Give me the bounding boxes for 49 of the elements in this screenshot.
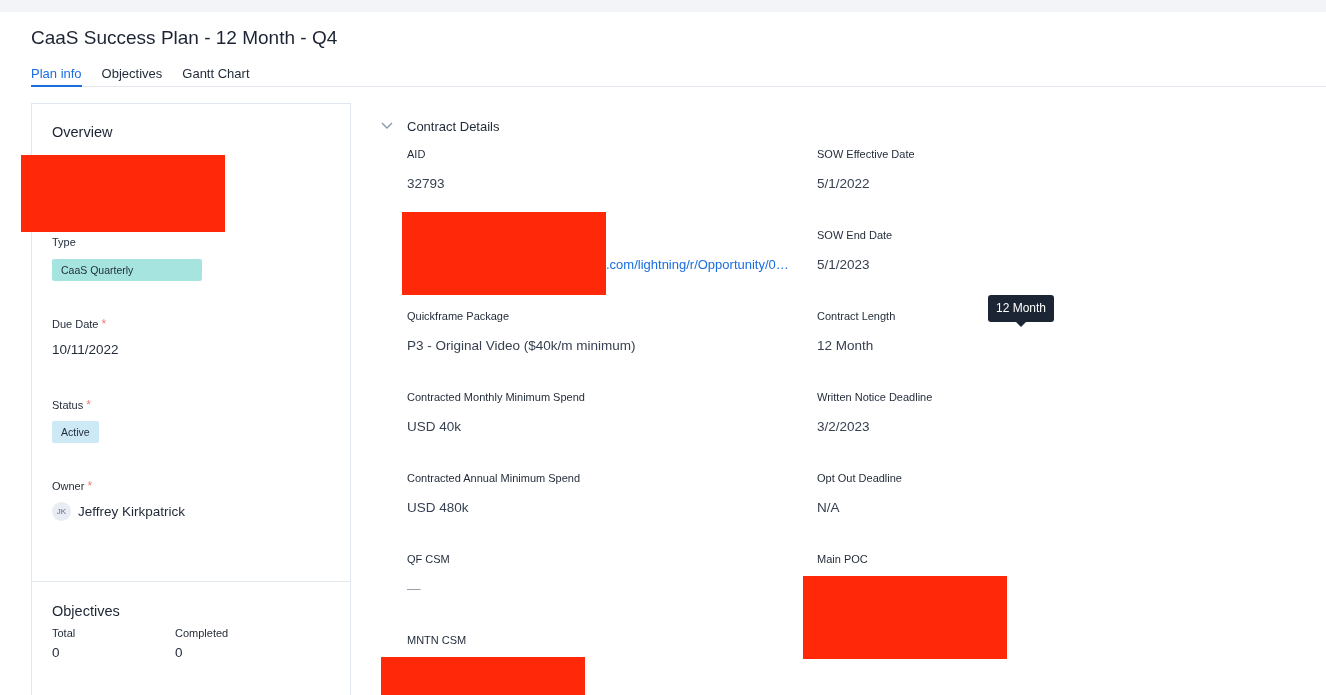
field-value: 10/11/2022 (52, 342, 120, 357)
field-label: Main POC (817, 553, 869, 567)
field-value: 32793 (407, 176, 446, 193)
required-asterisk: * (87, 479, 93, 493)
stat-value: 0 (175, 645, 184, 660)
field-label: Contracted Annual Minimum Spend (407, 472, 582, 486)
stat-label: Total (52, 627, 77, 639)
tab[interactable]: Plan info (31, 66, 82, 87)
section-heading: Overview (52, 124, 114, 140)
tag: CaaS Quarterly (52, 259, 202, 281)
field-label: Opt Out Deadline (817, 472, 903, 486)
stat-value: 0 (52, 645, 61, 660)
field-label: MNTN CSM (407, 634, 468, 648)
required-asterisk: * (101, 317, 107, 331)
field-value: N/A (817, 500, 841, 517)
owner-name: Jeffrey Kirkpatrick (78, 504, 186, 519)
avatar: JK (52, 502, 71, 521)
required-asterisk: * (86, 398, 91, 412)
tag: Active (52, 421, 99, 443)
field-label: Type (52, 236, 76, 248)
field-label: Contracted Monthly Minimum Spend (407, 391, 586, 405)
opportunity-link[interactable]: .com/lightning/r/Opportunity/0… (606, 257, 789, 272)
section-heading: Objectives (52, 603, 121, 619)
field-value: USD 480k (407, 500, 470, 517)
field-value: 5/1/2022 (817, 176, 871, 193)
field-value: 3/2/2023 (817, 419, 871, 436)
tab[interactable]: Gantt Chart (182, 66, 250, 87)
section-heading: Contract Details (407, 118, 500, 134)
field-label: SOW Effective Date (817, 148, 916, 162)
pointer-icon (1016, 322, 1026, 327)
tab[interactable]: Objectives (101, 66, 163, 87)
field-value: — (407, 581, 422, 598)
field-label: QF CSM (407, 553, 451, 567)
field-value: 12 Month (817, 338, 875, 355)
field-label: Status (52, 399, 84, 411)
field-label: SOW End Date (817, 229, 894, 243)
field-value: USD 40k (407, 419, 463, 436)
page-title: CaaS Success Plan - 12 Month - Q4 (31, 26, 339, 50)
field-label: Owner (52, 480, 85, 492)
field-label: Quickframe Package (407, 310, 511, 324)
field-label: AID (407, 148, 427, 162)
field-value: 5/1/2023 (817, 257, 871, 274)
tooltip: 12 Month (988, 295, 1055, 322)
field-label: Due Date (52, 318, 99, 330)
stat-label: Completed (175, 627, 230, 639)
field-value: P3 - Original Video ($40k/m minimum) (407, 338, 637, 355)
field-label: Contract Length (817, 310, 897, 324)
chevron-icon[interactable] (381, 122, 393, 130)
field-label: Written Notice Deadline (817, 391, 934, 405)
